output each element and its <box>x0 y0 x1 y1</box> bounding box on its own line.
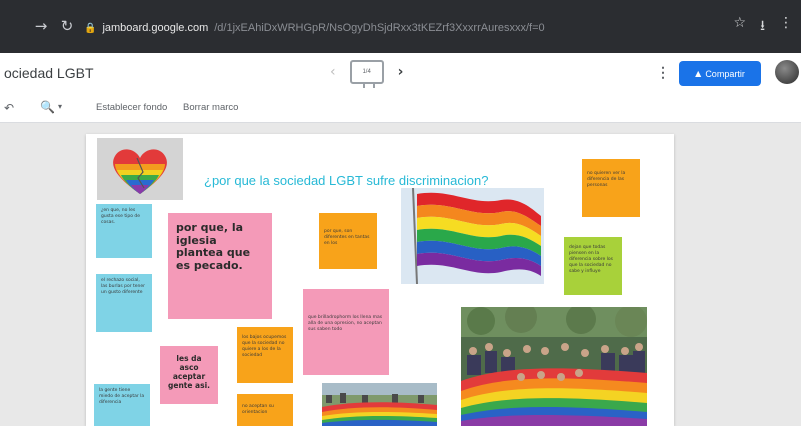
url-path: /d/1jxEAhiDxWRHGpR/NsOgyDhSjdRxx3tKEZrf3… <box>214 22 545 34</box>
more-vert-icon[interactable]: ⋮ <box>656 64 670 81</box>
app-header: ociedad LGBT ‹ 1/4 › ⋮ ▲ Compartir <box>0 53 801 93</box>
avatar[interactable] <box>775 60 799 84</box>
browser-actions: ☆ ⭳ ⋮ <box>734 15 793 39</box>
heart-image[interactable] <box>97 138 183 200</box>
address-bar[interactable]: 🔒 jamboard.google.com/d/1jxEAhiDxWRHGpR/… <box>84 17 724 39</box>
sticky-note-pink-1[interactable]: por que, la iglesia plantea que es pecad… <box>168 213 272 319</box>
clear-frame-button[interactable]: Borrar marco <box>183 102 238 113</box>
url-host: jamboard.google.com <box>102 22 209 34</box>
reload-icon[interactable]: ↻ <box>56 17 78 35</box>
lock-icon: ▲ <box>695 69 702 78</box>
jam-canvas[interactable]: ¿por que la sociedad LGBT sufre discrimi… <box>86 134 674 426</box>
frame-thumbnail[interactable]: 1/4 <box>349 60 384 88</box>
sticky-note-blue-1[interactable]: ¿en que, no les gusta ese tipo de cosas. <box>96 204 152 258</box>
rainbow-flag-image[interactable] <box>401 188 544 284</box>
chevron-right-icon[interactable]: › <box>398 64 404 80</box>
sticky-note-pink-3[interactable]: que brilladrophorm los llena mas alla de… <box>303 289 389 375</box>
share-label: Compartir <box>705 68 745 79</box>
screen: → ↻ 🔒 jamboard.google.com/d/1jxEAhiDxWRH… <box>0 0 801 426</box>
chevron-down-icon[interactable]: ▾ <box>58 102 62 111</box>
sticky-note-orange-4[interactable]: no quieren ver la diferencia de las pers… <box>582 159 640 217</box>
forward-arrow-icon[interactable]: → <box>30 17 52 35</box>
sticky-note-green-1[interactable]: dejan que todas piensen en la diferencia… <box>564 237 622 295</box>
frame-label: 1/4 <box>362 69 371 75</box>
sticky-note-orange-3[interactable]: no aceptan su orientacion <box>237 394 293 426</box>
sticky-note-pink-2[interactable]: les da asco aceptar gente asi. <box>160 346 218 404</box>
board-question[interactable]: ¿por que la sociedad LGBT sufre discrimi… <box>204 173 488 188</box>
chevron-left-icon[interactable]: ‹ <box>330 64 336 80</box>
undo-icon[interactable]: ↶ <box>4 101 14 115</box>
zoom-icon[interactable]: 🔍 <box>40 100 55 114</box>
doc-title[interactable]: ociedad LGBT <box>4 65 94 81</box>
parade-image[interactable] <box>322 383 437 426</box>
pride-crowd-image[interactable] <box>461 307 647 426</box>
sticky-note-orange-1[interactable]: por que, son diferentes en tantas en los <box>319 213 377 269</box>
frame-navigator: ‹ 1/4 › <box>330 60 404 88</box>
sticky-note-orange-2[interactable]: los bajos ocupemos que la sociedad no qu… <box>237 327 293 383</box>
browser-chrome: → ↻ 🔒 jamboard.google.com/d/1jxEAhiDxWRH… <box>0 0 801 53</box>
set-background-button[interactable]: Establecer fondo <box>96 102 167 113</box>
lock-icon: 🔒 <box>84 22 97 34</box>
download-icon[interactable]: ⭳ <box>760 15 765 39</box>
more-vert-icon[interactable]: ⋮ <box>779 15 793 39</box>
star-icon[interactable]: ☆ <box>734 15 747 39</box>
sticky-note-blue-3[interactable]: la gente tiene miedo de aceptar la difer… <box>94 384 150 426</box>
toolbar: ↶ 🔍 ▾ Establecer fondo Borrar marco <box>0 93 801 123</box>
sticky-note-blue-2[interactable]: el rechazo social, las burlas por tener … <box>96 274 152 332</box>
share-button[interactable]: ▲ Compartir <box>679 61 761 86</box>
